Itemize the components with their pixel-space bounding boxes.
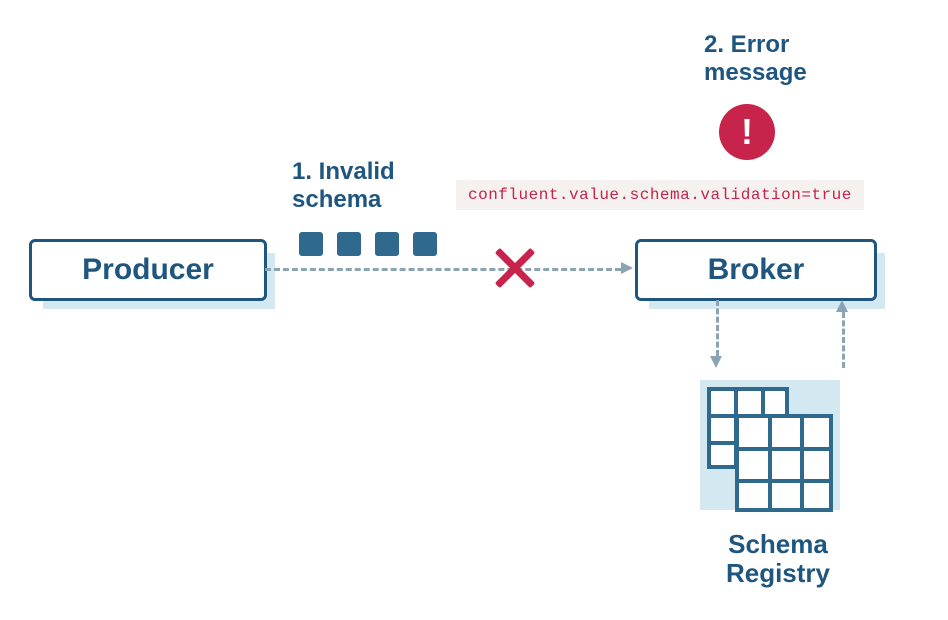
broker-to-registry-arrowhead <box>710 356 722 368</box>
registry-to-broker-line <box>842 312 845 368</box>
broker-to-registry-line <box>716 300 719 356</box>
message-icon <box>337 232 361 256</box>
callout-invalid-schema: 1. Invalid schema <box>292 158 395 213</box>
callout-line1: 2. Error <box>704 31 789 58</box>
sr-line1: Schema <box>728 529 828 559</box>
registry-to-broker-arrowhead <box>836 300 848 312</box>
cross-icon <box>494 247 536 289</box>
sr-line2: Registry <box>726 558 830 588</box>
callout-line2: schema <box>292 186 381 213</box>
diagram-stage: Producer Broker 1. Invalid schema 2. Err… <box>0 0 948 620</box>
error-badge-glyph: ! <box>741 111 753 153</box>
producer-to-broker-arrowhead <box>621 262 633 274</box>
producer-box: Producer <box>29 239 267 301</box>
producer-label: Producer <box>82 253 214 287</box>
callout-line1: 1. Invalid <box>292 158 395 185</box>
callout-line2: message <box>704 59 807 86</box>
error-badge-icon: ! <box>719 104 775 160</box>
message-icon <box>375 232 399 256</box>
grid-icon-front <box>735 414 833 512</box>
message-icon <box>299 232 323 256</box>
broker-label: Broker <box>708 253 805 287</box>
schema-registry-label: Schema Registry <box>688 530 868 587</box>
config-property: confluent.value.schema.validation=true <box>456 180 864 210</box>
broker-box: Broker <box>635 239 877 301</box>
producer-to-broker-line <box>265 268 621 271</box>
callout-error-message: 2. Error message <box>704 31 807 86</box>
message-icon <box>413 232 437 256</box>
